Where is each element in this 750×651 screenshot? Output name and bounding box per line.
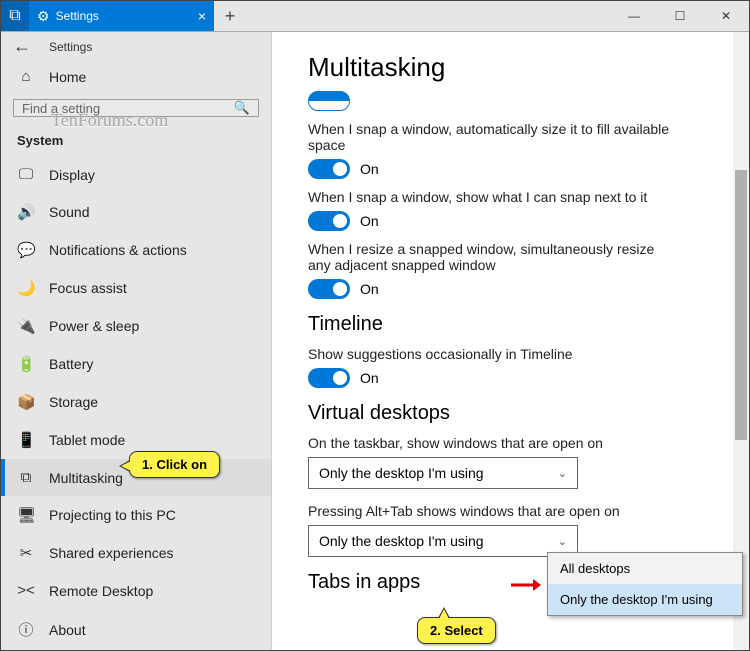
sidebar-item-label: Multitasking [49,470,123,486]
shared-icon: ✂ [17,544,35,562]
sidebar-item-label: Battery [49,356,93,372]
close-window-button[interactable]: ✕ [703,1,749,31]
tab-label: Settings [56,9,99,23]
sidebar-item-label: Remote Desktop [49,583,153,599]
sidebar-item-label: Display [49,167,95,183]
sidebar-item-remote[interactable]: >< Remote Desktop [1,572,271,609]
snap-resize-label: When I resize a snapped window, simultan… [308,241,678,273]
tab-overlap-icon: ⧉ [1,1,29,31]
snap-next-toggle[interactable] [308,211,350,231]
sound-icon: 🔊 [17,203,35,221]
sidebar-item-display[interactable]: 🖵 Display [1,156,271,193]
search-icon: 🔍 [234,100,250,116]
battery-icon: 🔋 [17,355,35,373]
snap-fill-toggle[interactable] [308,159,350,179]
sidebar: ← Settings TenForums.com ⌂ Home Find a s… [1,32,272,650]
sidebar-item-label: Focus assist [49,280,127,296]
sidebar-home[interactable]: ⌂ Home [1,58,271,95]
snap-fill-label: When I snap a window, automatically size… [308,121,678,153]
titlebar-drag[interactable] [246,1,611,31]
alttab-dropdown-popup: All desktops Only the desktop I'm using [547,552,743,616]
gear-icon: ⚙ [37,8,50,25]
sidebar-item-storage[interactable]: 📦 Storage [1,383,271,421]
home-label: Home [49,69,86,85]
sidebar-item-projecting[interactable]: 🖥 Projecting to this PC [1,496,271,534]
notifications-icon: 💬 [17,241,35,259]
back-button[interactable]: ← [13,36,31,57]
scrollbar-thumb[interactable] [735,170,747,440]
toggle-state: On [360,281,379,297]
chevron-down-icon: ⌄ [558,467,567,480]
focus-icon: 🌙 [17,279,35,297]
search-placeholder: Find a setting [22,101,100,116]
timeline-toggle[interactable] [308,368,350,388]
snap-next-label: When I snap a window, show what I can sn… [308,189,678,205]
sidebar-item-focus-assist[interactable]: 🌙 Focus assist [1,269,271,307]
storage-icon: 📦 [17,393,35,411]
sidebar-item-label: Sound [49,204,89,220]
vd-alttab-dropdown[interactable]: Only the desktop I'm using ⌄ [308,525,578,557]
about-icon: ⓘ [17,619,35,640]
popup-option-all-desktops[interactable]: All desktops [548,553,742,584]
snap-resize-toggle[interactable] [308,279,350,299]
sidebar-item-shared[interactable]: ✂ Shared experiences [1,534,271,572]
annotation-arrow [511,578,541,592]
dropdown-value: Only the desktop I'm using [319,533,484,549]
remote-icon: >< [17,582,35,599]
sidebar-item-label: Projecting to this PC [49,507,176,523]
page-title: Multitasking [308,52,733,83]
sidebar-section: System [1,127,271,156]
sidebar-item-battery[interactable]: 🔋 Battery [1,345,271,383]
sidebar-item-label: Tablet mode [49,432,125,448]
snap-master-toggle[interactable] [308,91,350,111]
vd-alttab-label: Pressing Alt+Tab shows windows that are … [308,503,678,519]
toggle-state: On [360,370,379,386]
sidebar-item-about[interactable]: ⓘ About [1,609,271,650]
dropdown-value: Only the desktop I'm using [319,465,484,481]
sidebar-item-power[interactable]: 🔌 Power & sleep [1,307,271,345]
toggle-state: On [360,161,379,177]
popup-option-only-current[interactable]: Only the desktop I'm using [548,584,742,615]
vd-taskbar-label: On the taskbar, show windows that are op… [308,435,678,451]
power-icon: 🔌 [17,317,35,335]
sidebar-item-notifications[interactable]: 💬 Notifications & actions [1,231,271,269]
sidebar-item-sound[interactable]: 🔊 Sound [1,193,271,231]
multitasking-icon: ⧉ [17,469,35,486]
titlebar: ⧉ ⚙ Settings × + — ☐ ✕ [1,1,749,32]
callout-select: 2. Select [417,617,496,644]
display-icon: 🖵 [17,166,35,183]
callout-click-on: 1. Click on [129,451,220,478]
timeline-heading: Timeline [308,313,733,336]
sidebar-title: Settings [49,40,92,54]
content-area: Multitasking When I snap a window, autom… [272,32,749,650]
close-tab-icon[interactable]: × [198,8,206,24]
search-input[interactable]: Find a setting 🔍 [13,99,259,117]
virtual-desktops-heading: Virtual desktops [308,402,733,425]
minimize-button[interactable]: — [611,1,657,31]
active-tab[interactable]: ⚙ Settings × [29,1,214,31]
sidebar-item-label: About [49,622,86,638]
projecting-icon: 🖥 [17,506,35,524]
home-icon: ⌂ [17,68,35,85]
tablet-icon: 📱 [17,431,35,449]
timeline-label: Show suggestions occasionally in Timelin… [308,346,678,362]
sidebar-item-label: Storage [49,394,98,410]
maximize-button[interactable]: ☐ [657,1,703,31]
chevron-down-icon: ⌄ [558,535,567,548]
sidebar-item-label: Shared experiences [49,545,174,561]
vd-taskbar-dropdown[interactable]: Only the desktop I'm using ⌄ [308,457,578,489]
new-tab-button[interactable]: + [214,1,246,31]
sidebar-item-label: Power & sleep [49,318,139,334]
sidebar-item-label: Notifications & actions [49,242,187,258]
toggle-state: On [360,213,379,229]
